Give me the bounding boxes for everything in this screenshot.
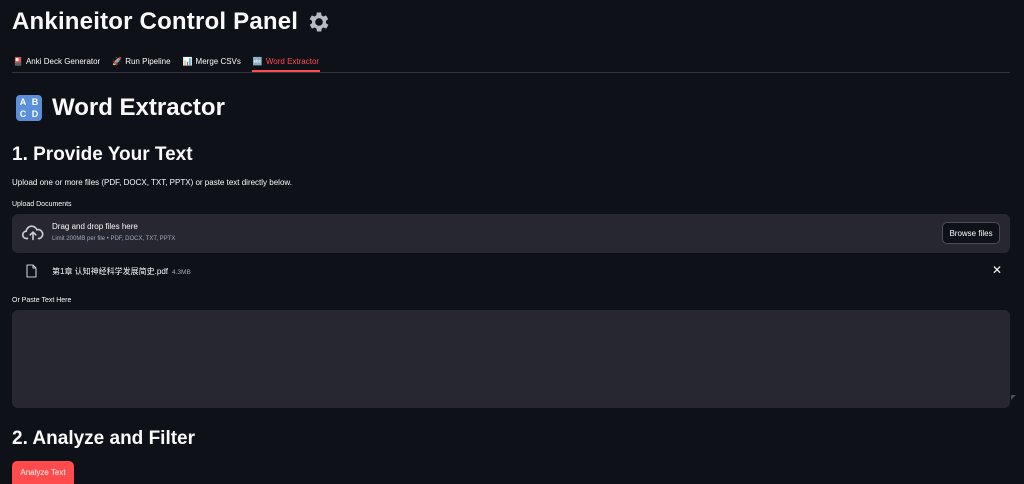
file-size: 4.3MB xyxy=(172,269,191,276)
paste-label: Or Paste Text Here xyxy=(12,297,72,304)
rocket-icon: 🚀 xyxy=(112,57,123,66)
tab-label: Word Extractor xyxy=(265,56,320,66)
abcd-icon: 🔤 xyxy=(252,56,263,66)
chart-icon: 📊 xyxy=(182,57,193,66)
app-title-text: Ankineitor Control Panel xyxy=(12,8,299,35)
cloud-upload-icon xyxy=(22,225,44,241)
section-heading-analyze-filter: 2. Analyze and Filter xyxy=(12,428,196,449)
dropzone-limit: Limit 200MB per file • PDF, DOCX, TXT, P… xyxy=(52,236,176,242)
tab-label: Anki Deck Generator xyxy=(25,57,101,66)
tab-label: Merge CSVs xyxy=(195,57,241,66)
tab-label: Run Pipeline xyxy=(125,57,171,66)
browse-files-button[interactable]: Browse files xyxy=(942,222,1000,244)
tab-run-pipeline[interactable]: 🚀 Run Pipeline xyxy=(111,52,171,71)
file-dropzone[interactable]: Drag and drop files here Limit 200MB per… xyxy=(12,214,1010,253)
tab-word-extractor[interactable]: 🔤 Word Extractor xyxy=(251,52,321,72)
section-description: Upload one or more files (PDF, DOCX, TXT… xyxy=(12,178,292,187)
remove-file-close-icon[interactable]: ✕ xyxy=(992,263,1002,277)
tab-merge-csvs[interactable]: 📊 Merge CSVs xyxy=(182,52,242,71)
tab-bar: 🎴 Anki Deck Generator 🚀 Run Pipeline 📊 M… xyxy=(12,52,1010,73)
analyze-text-button[interactable]: Analyze Text xyxy=(12,461,74,484)
file-name-text: 第1章 认知神经科学发展简史.pdf xyxy=(52,267,169,276)
paste-text-area[interactable] xyxy=(12,310,1010,408)
upload-label: Upload Documents xyxy=(12,201,72,208)
cards-icon: 🎴 xyxy=(13,57,23,66)
dropzone-title: Drag and drop files here xyxy=(52,222,138,231)
textarea-resize-handle[interactable] xyxy=(1011,395,1016,400)
app-title: Ankineitor Control Panel xyxy=(12,8,332,36)
file-icon xyxy=(26,264,37,278)
file-name: 第1章 认知神经科学发展简史.pdf 4.3MB xyxy=(52,266,191,277)
uploaded-file-row: 第1章 认知神经科学发展简史.pdf 4.3MB ✕ xyxy=(12,260,1010,282)
abcd-icon: ABCD xyxy=(16,95,42,121)
page-title-text: Word Extractor xyxy=(52,94,225,121)
page-title: ABCD Word Extractor xyxy=(16,94,225,122)
section-heading-provide-text: 1. Provide Your Text xyxy=(12,144,193,165)
tab-anki-deck-generator[interactable]: 🎴 Anki Deck Generator xyxy=(12,52,101,71)
gear-icon xyxy=(309,12,329,32)
